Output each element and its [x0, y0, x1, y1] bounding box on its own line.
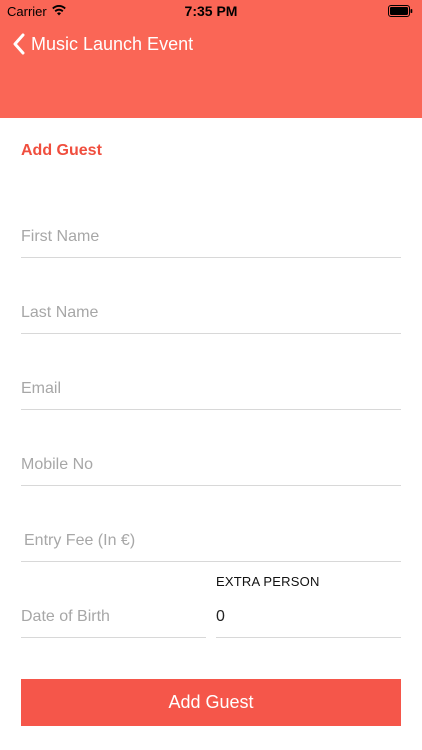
dob-field: [21, 585, 206, 638]
first-name-field: [21, 205, 401, 258]
extra-person-field: [216, 585, 401, 638]
section-title: Add Guest: [21, 142, 102, 159]
app-header: Carrier 7:35 PM Music Launch Event: [0, 0, 422, 118]
email-input[interactable]: [21, 380, 401, 398]
mobile-field: [21, 433, 401, 486]
first-name-input[interactable]: [21, 228, 401, 246]
mobile-input[interactable]: [21, 456, 401, 474]
status-bar: Carrier 7:35 PM: [0, 0, 422, 22]
entry-fee-field: [21, 509, 404, 562]
dob-input[interactable]: [21, 608, 206, 626]
status-time: 7:35 PM: [184, 3, 238, 19]
email-field: [21, 357, 401, 410]
add-guest-button[interactable]: Add Guest: [21, 679, 401, 726]
entry-fee-input[interactable]: [24, 532, 404, 550]
last-name-input[interactable]: [21, 304, 401, 322]
last-name-field: [21, 281, 401, 334]
chevron-left-icon: [13, 33, 25, 55]
nav-title: Music Launch Event: [31, 33, 194, 54]
back-button[interactable]: Music Launch Event: [12, 32, 193, 56]
battery-icon: [388, 5, 413, 17]
extra-person-input[interactable]: [216, 608, 401, 626]
